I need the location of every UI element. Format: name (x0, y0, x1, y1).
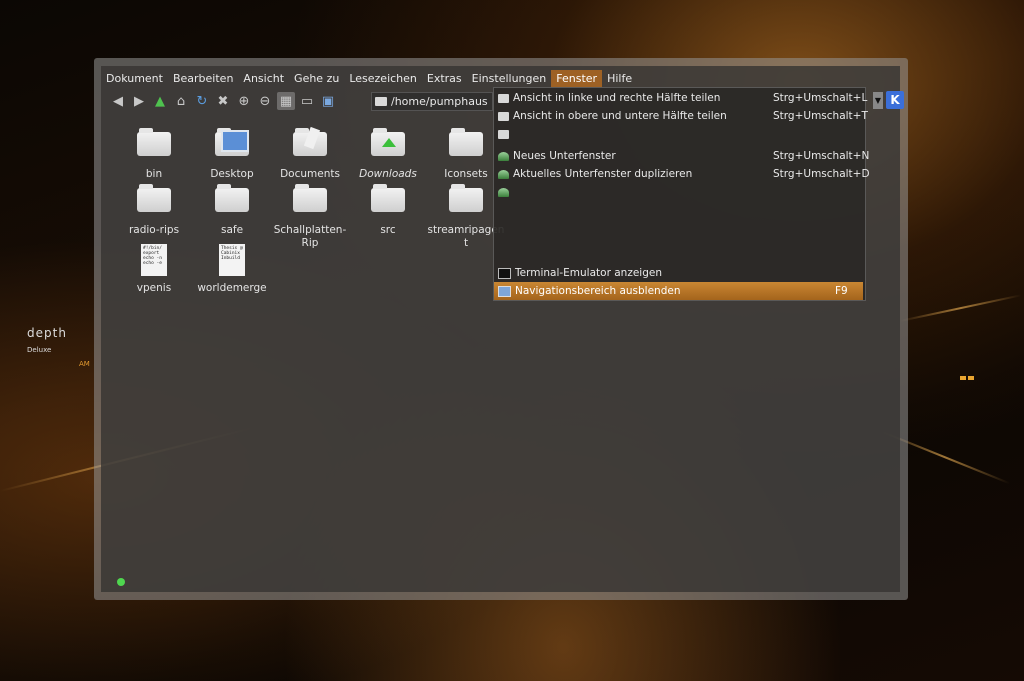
location-bar[interactable]: /home/pumphaus (371, 92, 493, 111)
menu-item-new-tab[interactable]: Neues Unterfenster Strg+Umschalt+N (494, 147, 870, 165)
file-name: safe (220, 224, 244, 236)
file-item-safe[interactable]: safe (192, 184, 272, 237)
download-arrow-icon (382, 138, 396, 147)
tab-icon (498, 187, 509, 197)
folder-icon (371, 184, 405, 212)
file-name: Desktop (210, 168, 254, 180)
statusbar (101, 572, 900, 592)
reload-icon[interactable]: ↻ (193, 92, 211, 110)
file-name: Documents (280, 168, 340, 180)
back-icon[interactable]: ◀ (109, 92, 127, 110)
file-item-bin[interactable]: bin (114, 128, 194, 181)
folder-icon (449, 128, 483, 156)
wallpaper-logo: depth Deluxe AM (27, 326, 90, 368)
folder-icon (375, 97, 387, 106)
menu-item-split-horizontal[interactable]: Ansicht in linke und rechte Hälfte teile… (494, 89, 868, 107)
menu-item-label: Terminal-Emulator anzeigen (515, 267, 662, 279)
menu-item-split-vertical[interactable]: Ansicht in obere und untere Hälfte teile… (494, 107, 868, 125)
file-name: src (380, 224, 396, 236)
file-item-worldemerge[interactable]: Thesis @ Cabinix Inbuild worldemerge (192, 244, 272, 295)
icon-view-icon[interactable]: ▦ (277, 92, 295, 110)
file-name: vpenis (136, 282, 172, 294)
menu-item-shortcut: Strg+Umschalt+L (773, 92, 868, 104)
file-item-src[interactable]: src (348, 184, 428, 237)
menu-item-label: Aktuelles Unterfenster duplizieren (513, 168, 693, 180)
menu-extras[interactable]: Extras (422, 70, 467, 87)
menu-item-terminal[interactable]: Terminal-Emulator anzeigen (494, 264, 863, 282)
menu-fenster[interactable]: Fenster (551, 69, 603, 87)
status-led-icon (117, 578, 125, 586)
file-item-documents[interactable]: Documents (270, 126, 350, 181)
navigation-panel-icon (498, 285, 511, 297)
up-icon[interactable]: ▲ (151, 92, 169, 110)
menu-item-label: Navigationsbereich ausblenden (515, 285, 681, 297)
location-dropdown-icon[interactable]: ▼ (873, 92, 883, 109)
file-item-vpenis[interactable]: #!/bin/ export echo -n echo -e vpenis (114, 244, 194, 295)
text-file-icon: Thesis @ Cabinix Inbuild (219, 244, 245, 276)
zoom-in-icon[interactable]: ⊕ (235, 92, 253, 110)
stop-icon[interactable]: ✖ (214, 92, 232, 110)
menu-dokument[interactable]: Dokument (101, 70, 168, 87)
wallpaper-marks (960, 370, 976, 383)
file-name: radio-rips (128, 224, 180, 236)
menu-bearbeiten[interactable]: Bearbeiten (168, 70, 238, 87)
menu-item-tab[interactable] (494, 183, 863, 201)
duplicate-tab-icon (498, 169, 509, 179)
folder-icon (137, 128, 171, 156)
wallpaper-logo-small: AM (79, 360, 90, 368)
menu-item-label: Ansicht in obere und untere Hälfte teile… (513, 110, 727, 122)
zoom-out-icon[interactable]: ⊖ (256, 92, 274, 110)
menu-item-shortcut: F9 (835, 285, 848, 297)
new-tab-icon (498, 151, 509, 161)
wallpaper-streak (899, 294, 1022, 322)
wallpaper-logo-text: depth (27, 326, 67, 340)
menu-item-duplicate-tab[interactable]: Aktuelles Unterfenster duplizieren Strg+… (494, 165, 870, 183)
menu-ansicht[interactable]: Ansicht (238, 70, 289, 87)
file-item-downloads[interactable]: Downloads (348, 128, 428, 181)
terminal-icon (498, 267, 511, 279)
preview-icon[interactable]: ▣ (319, 92, 337, 110)
fenster-menu: Ansicht in linke und rechte Hälfte teile… (493, 87, 870, 301)
file-item-schallplatten-rip[interactable]: Schallplatten-Rip (270, 184, 350, 250)
file-name: worldemerge (197, 282, 267, 294)
location-path: /home/pumphaus (391, 95, 488, 108)
menu-einstellungen[interactable]: Einstellungen (467, 70, 552, 87)
kde-logo-icon: K (886, 91, 904, 109)
file-item-desktop[interactable]: Desktop (192, 128, 272, 181)
file-name: bin (145, 168, 163, 180)
text-file-icon: #!/bin/ export echo -n echo -e (141, 244, 167, 276)
split-view-icon (498, 111, 509, 121)
split-view-icon (498, 93, 509, 103)
menu-item-shortcut: Strg+Umschalt+D (773, 168, 870, 180)
menu-hilfe[interactable]: Hilfe (602, 70, 637, 87)
menu-lesezeichen[interactable]: Lesezeichen (344, 70, 422, 87)
folder-icon (449, 184, 483, 212)
file-name: Downloads (359, 168, 417, 180)
forward-icon[interactable]: ▶ (130, 92, 148, 110)
file-name: Schallplatten-Rip (273, 224, 347, 249)
menu-item-hide-navigation[interactable]: Navigationsbereich ausblenden F9 (494, 282, 863, 300)
menu-item-label: Ansicht in linke und rechte Hälfte teile… (513, 92, 721, 104)
menubar: Dokument Bearbeiten Ansicht Gehe zu Lese… (101, 68, 900, 88)
menu-item-shortcut: Strg+Umschalt+T (773, 110, 868, 122)
home-icon[interactable]: ⌂ (172, 92, 190, 110)
folder-icon (137, 184, 171, 212)
menu-item-empty[interactable] (494, 125, 863, 143)
wallpaper-logo-sub: Deluxe (27, 346, 52, 354)
menu-gehe-zu[interactable]: Gehe zu (289, 70, 344, 87)
detail-view-icon[interactable]: ▭ (298, 92, 316, 110)
file-item-radio-rips[interactable]: radio-rips (114, 184, 194, 237)
menu-item-shortcut: Strg+Umschalt+N (773, 150, 870, 162)
desktop-icon (221, 130, 249, 152)
menu-item-label: Neues Unterfenster (513, 150, 616, 162)
folder-icon (215, 184, 249, 212)
folder-icon (293, 184, 327, 212)
window-icon (498, 129, 509, 139)
